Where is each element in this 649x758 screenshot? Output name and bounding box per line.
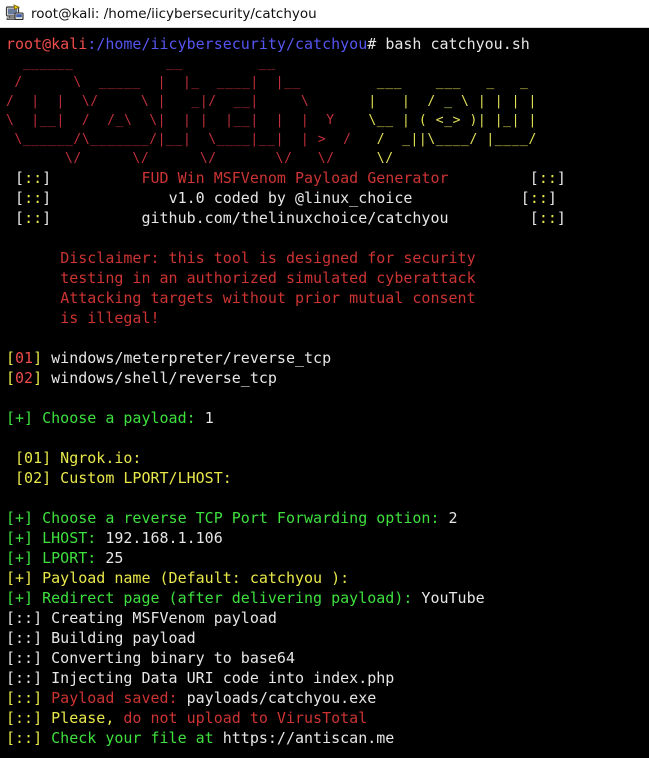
prompt-question: Choose a payload: — [42, 409, 196, 427]
option-number: 02 — [15, 369, 34, 387]
ascii-banner: ______ __ __ / \ _____ | |_ ____| |__ __… — [6, 54, 649, 168]
status-line-payload-saved: [::] Payload saved: payloads/catchyou.ex… — [6, 688, 649, 708]
status-text: Creating MSFVenom payload — [51, 609, 277, 627]
status-value: https://antiscan.me — [222, 729, 395, 747]
config-label: LPORT: — [42, 549, 97, 567]
status-value: do not upload to VirusTotal — [123, 709, 368, 727]
prompt-answer: 2 — [448, 509, 458, 527]
terminal-output[interactable]: root@kali:/home/iicybersecurity/catchyou… — [0, 28, 649, 758]
banner-info-text: v1.0 coded by @linux_choice — [168, 189, 413, 207]
prompt-question: Choose a reverse TCP Port Forwarding opt… — [42, 509, 440, 527]
status-marker: [::] — [6, 629, 43, 647]
option-number: 01 — [15, 349, 34, 367]
terminal-window: root@kali: /home/iicybersecurity/catchyo… — [0, 0, 649, 758]
option-label: windows/meterpreter/reverse_tcp — [51, 349, 332, 367]
banner-row: / \ _____ | |_ ____| |__ ___ ___ _ _ — [6, 75, 529, 90]
payload-choice-prompt[interactable]: [+] Choose a payload: 1 — [6, 408, 649, 428]
prompt-marker: [+] — [6, 409, 34, 427]
banner-info-row: [::] v1.0 coded by @linux_choice [::] — [15, 189, 557, 207]
status-value: payloads/catchyou.exe — [186, 689, 377, 707]
prompt-user-host: root@kali — [6, 35, 88, 53]
status-line-antiscan: [::] Check your file at https://antiscan… — [6, 728, 649, 748]
status-marker: [::] — [6, 649, 43, 667]
status-line: [::] Converting binary to base64 — [6, 648, 649, 668]
payload-option-item[interactable]: [02] windows/shell/reverse_tcp — [6, 368, 649, 388]
status-marker: [::] — [6, 729, 43, 747]
prompt-symbol: # — [367, 35, 377, 53]
payload-option-item[interactable]: [01] windows/meterpreter/reverse_tcp — [6, 348, 649, 368]
status-marker: [::] — [6, 689, 43, 707]
config-label: Payload name (Default: catchyou ): — [42, 569, 350, 587]
config-prompt-lport[interactable]: [+] LPORT: 25 — [6, 548, 649, 568]
window-title: root@kali: /home/iicybersecurity/catchyo… — [31, 5, 317, 22]
banner-row: \ |__| / /_\ \| | | |__| | | Y \__ | ( <… — [6, 113, 537, 128]
config-value: YouTube — [421, 589, 485, 607]
banner-row: \/ \/ \/ \/ \/ \/ — [6, 151, 546, 166]
status-line: [::] Injecting Data URI code into index.… — [6, 668, 649, 688]
prompt-marker: [+] — [6, 589, 34, 607]
status-marker: [::] — [6, 709, 43, 727]
status-line-list: [::] Creating MSFVenom payload [::] Buil… — [6, 608, 649, 748]
prompt-separator: : — [87, 35, 97, 53]
prompt-marker: [+] — [6, 549, 34, 567]
prompt-marker: [+] — [6, 509, 34, 527]
disclaimer-line: Disclaimer: this tool is designed for se… — [60, 249, 476, 267]
prompt-command: bash catchyou.sh — [385, 35, 530, 53]
payload-option-list[interactable]: [01] windows/meterpreter/reverse_tcp [02… — [6, 348, 649, 388]
disclaimer-line: is illegal! — [60, 309, 160, 327]
terminal-icon — [5, 3, 25, 24]
config-value: 192.168.1.106 — [105, 529, 223, 547]
forwarding-option-item[interactable]: [01] Ngrok.io: — [6, 448, 649, 468]
banner-info-text: github.com/thelinuxchoice/catchyou — [141, 209, 449, 227]
status-text: Injecting Data URI code into index.php — [51, 669, 395, 687]
prompt-marker: [+] — [6, 529, 34, 547]
forwarding-option-list[interactable]: [01] Ngrok.io: [02] Custom LPORT/LHOST: — [6, 448, 649, 488]
config-label: Redirect page (after delivering payload)… — [42, 589, 413, 607]
title-bar: root@kali: /home/iicybersecurity/catchyo… — [0, 0, 649, 28]
banner-info-text: FUD Win MSFVenom Payload Generator — [141, 169, 449, 187]
config-value: 25 — [105, 549, 124, 567]
status-line: [::] Building payload — [6, 628, 649, 648]
prompt-marker: [+] — [6, 569, 34, 587]
prompt-answer: 1 — [204, 409, 214, 427]
banner-row: \______/\_______/|__| \____|__| | > / / … — [6, 132, 546, 147]
status-text: Check your file at — [51, 729, 214, 747]
banner-row: / | | \/ \ | _|/ __| \ | | / _ \ | | | | — [6, 94, 537, 109]
config-prompt-redirect-page[interactable]: [+] Redirect page (after delivering payl… — [6, 588, 649, 608]
shell-prompt-line: root@kali:/home/iicybersecurity/catchyou… — [6, 34, 649, 54]
banner-row: ______ __ __ — [6, 56, 360, 71]
config-label: LHOST: — [42, 529, 97, 547]
disclaimer-line: Attacking targets without prior mutual c… — [60, 289, 476, 307]
config-prompt-payload-name[interactable]: [+] Payload name (Default: catchyou ): — [6, 568, 649, 588]
prompt-path: /home/iicybersecurity/catchyou — [96, 35, 368, 53]
forwarding-choice-prompt[interactable]: [+] Choose a reverse TCP Port Forwarding… — [6, 508, 649, 528]
disclaimer-line: testing in an authorized simulated cyber… — [60, 269, 476, 287]
forwarding-option-item[interactable]: [02] Custom LPORT/LHOST: — [6, 468, 649, 488]
status-marker: [::] — [6, 669, 43, 687]
disclaimer-block: Disclaimer: this tool is designed for se… — [6, 248, 649, 328]
status-text: Payload saved: — [51, 689, 178, 707]
option-label: windows/shell/reverse_tcp — [51, 369, 277, 387]
banner-info-block: [::] FUD Win MSFVenom Payload Generator … — [6, 168, 649, 228]
config-prompt-lhost[interactable]: [+] LHOST: 192.168.1.106 — [6, 528, 649, 548]
status-line-virustotal-warning: [::] Please, do not upload to VirusTotal — [6, 708, 649, 728]
banner-info-row: [::] github.com/thelinuxchoice/catchyou … — [15, 209, 566, 227]
status-text: Building payload — [51, 629, 196, 647]
config-prompt-list[interactable]: [+] LHOST: 192.168.1.106 [+] LPORT: 25 [… — [6, 528, 649, 608]
status-marker: [::] — [6, 609, 43, 627]
banner-info-row: [::] FUD Win MSFVenom Payload Generator … — [15, 169, 566, 187]
status-text: Converting binary to base64 — [51, 649, 295, 667]
status-line: [::] Creating MSFVenom payload — [6, 608, 649, 628]
status-text: Please, — [51, 709, 115, 727]
